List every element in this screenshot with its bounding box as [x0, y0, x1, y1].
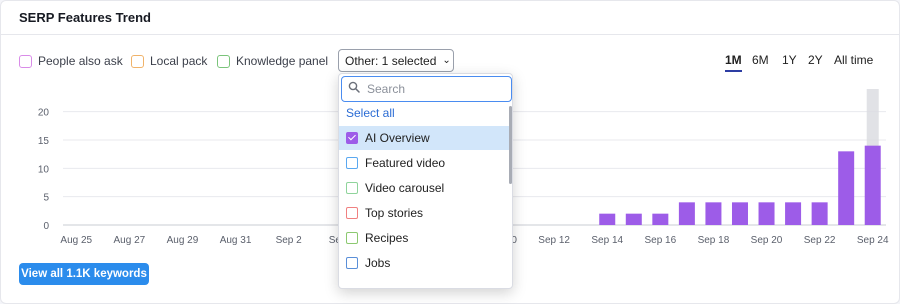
bar — [785, 202, 802, 225]
other-dropdown-label: Other: 1 selected — [345, 53, 437, 68]
option-label: Top stories — [365, 206, 424, 220]
active-range-underline — [725, 70, 742, 72]
filter-checkbox[interactable] — [19, 54, 32, 68]
option-top-stories[interactable]: Top stories — [339, 201, 509, 225]
x-tick-label: Sep 14 — [591, 235, 623, 246]
other-features-dropdown-button[interactable]: Other: 1 selected ⌄ — [338, 49, 454, 72]
x-tick-label: Sep 18 — [698, 235, 730, 246]
select-all-link[interactable]: Select all — [346, 106, 395, 120]
filter-local-pack[interactable]: Local pack — [131, 54, 207, 68]
range-label: 1M — [725, 53, 742, 67]
card-header: SERP Features Trend — [1, 1, 899, 35]
option-ai-overview[interactable]: AI Overview — [339, 126, 509, 150]
filter-label: People also ask — [38, 54, 123, 68]
filter-checkbox[interactable] — [131, 54, 144, 68]
range-2y[interactable]: 2Y — [808, 53, 823, 67]
range-1m[interactable]: 1M — [725, 53, 742, 72]
chart-y-ticks: 0 5 10 15 20 — [38, 108, 50, 232]
x-tick-label: Sep 12 — [538, 235, 570, 246]
dropdown-scrollbar[interactable] — [509, 106, 512, 184]
x-tick-label: Aug 25 — [60, 235, 92, 246]
option-checkbox[interactable] — [346, 207, 358, 219]
dropdown-search — [341, 76, 512, 102]
other-features-dropdown: Select all AI Overview Featured video Vi… — [338, 73, 513, 289]
y-tick-label: 15 — [38, 136, 50, 147]
option-label: Featured video — [365, 156, 446, 170]
search-icon — [348, 80, 360, 98]
x-tick-label: Aug 27 — [114, 235, 146, 246]
bar — [864, 145, 881, 225]
time-range-selector: 1M 6M 1Y 2Y All time — [725, 53, 885, 73]
bar — [838, 151, 855, 225]
option-checkbox[interactable] — [346, 182, 358, 194]
option-checkbox[interactable] — [346, 157, 358, 169]
filter-knowledge-panel[interactable]: Knowledge panel — [217, 54, 328, 68]
option-label: Jobs — [365, 256, 391, 270]
filter-people-also-ask[interactable]: People also ask — [19, 54, 123, 68]
chevron-down-icon: ⌄ — [442, 55, 451, 66]
bar — [625, 213, 642, 225]
bar — [599, 213, 616, 225]
chart-bars — [599, 145, 881, 225]
y-tick-label: 0 — [43, 221, 49, 232]
option-label: Recipes — [365, 231, 409, 245]
option-recipes[interactable]: Recipes — [339, 226, 509, 250]
range-all-time[interactable]: All time — [834, 53, 873, 67]
option-checkbox[interactable] — [346, 132, 358, 144]
serp-features-card: SERP Features Trend People also ask Loca… — [0, 0, 900, 304]
view-all-keywords-button[interactable]: View all 1.1K keywords — [19, 263, 149, 285]
option-featured-video[interactable]: Featured video — [339, 151, 509, 175]
bar — [731, 202, 748, 225]
bar — [652, 213, 669, 225]
y-tick-label: 20 — [38, 108, 50, 119]
x-tick-label: Aug 31 — [220, 235, 252, 246]
x-tick-label: Sep 24 — [857, 235, 889, 246]
bar — [705, 202, 722, 225]
option-checkbox[interactable] — [346, 232, 358, 244]
bar — [678, 202, 695, 225]
range-6m[interactable]: 6M — [752, 53, 769, 67]
y-tick-label: 10 — [38, 164, 50, 175]
option-label: Video carousel — [365, 181, 445, 195]
bar — [758, 202, 775, 225]
x-tick-label: Sep 2 — [276, 235, 303, 246]
filter-label: Local pack — [150, 54, 208, 68]
x-tick-label: Sep 22 — [804, 235, 836, 246]
search-input[interactable] — [365, 81, 495, 97]
card-title: SERP Features Trend — [19, 10, 151, 25]
filter-label: Knowledge panel — [236, 54, 329, 68]
option-checkbox[interactable] — [346, 257, 358, 269]
x-tick-label: Aug 29 — [167, 235, 199, 246]
x-tick-label: Sep 16 — [644, 235, 676, 246]
y-tick-label: 5 — [43, 193, 49, 204]
bar — [811, 202, 828, 225]
option-video-carousel[interactable]: Video carousel — [339, 176, 509, 200]
x-tick-label: Sep 20 — [751, 235, 783, 246]
filter-checkbox[interactable] — [217, 54, 230, 68]
range-1y[interactable]: 1Y — [782, 53, 797, 67]
option-label: AI Overview — [365, 131, 430, 145]
option-jobs[interactable]: Jobs — [339, 251, 509, 275]
